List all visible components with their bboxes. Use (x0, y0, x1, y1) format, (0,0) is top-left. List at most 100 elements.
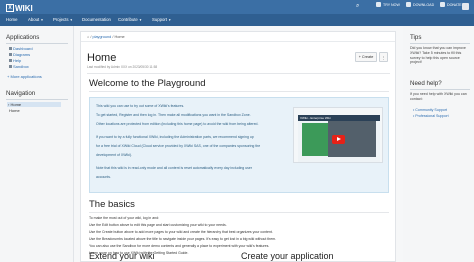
create-application-heading: Create your application (241, 251, 334, 261)
download-icon (406, 2, 411, 7)
video-panel (302, 123, 328, 156)
basics-text: Use the Breadcrumbs located above the ti… (89, 237, 277, 241)
info-text: Other locations are protected from editi… (96, 122, 259, 126)
more-icon: ⋮ (381, 55, 386, 60)
chevron-down-icon: ▼ (168, 18, 172, 22)
applications-title: Applications (6, 34, 40, 41)
more-actions-button[interactable]: ⋮ (379, 52, 388, 62)
app-dashboard[interactable]: Dashboard (9, 46, 33, 51)
divider (87, 73, 390, 74)
help-text: If you need help with XWiki you can cont… (410, 92, 467, 101)
info-text: development of XWiki). (96, 153, 132, 157)
nav-projects-label: Projects (53, 17, 69, 22)
sandbox-icon (9, 65, 12, 69)
chevron-down-icon: ▼ (139, 18, 143, 22)
app-diagrams-label: Diagrams (13, 52, 31, 57)
tips-text: Did you know that you can improve XWiki?… (410, 46, 466, 65)
extend-wiki-heading: Extend your wiki (89, 251, 155, 261)
nav-home[interactable]: Home (6, 17, 17, 22)
nav-documentation[interactable]: Documentation (82, 17, 111, 22)
nav-projects[interactable]: Projects ▼ (53, 17, 73, 22)
try-now-button[interactable]: TRY NOW (376, 2, 400, 7)
nav-contribute-label: Contribute (118, 17, 138, 22)
main-content: ⌂ / playground / Home Home Last modified… (80, 31, 396, 262)
right-panel: Tips Did you know that you can improve X… (403, 26, 474, 262)
page-title: Home (87, 52, 117, 64)
tree-item-label: Home (10, 102, 22, 107)
divider (6, 99, 68, 100)
dashboard-icon (9, 47, 12, 51)
breadcrumb-current: Home (114, 35, 125, 39)
breadcrumb-wiki[interactable]: playground (92, 35, 111, 39)
navigation-title: Navigation (6, 90, 36, 97)
cloud-icon (376, 2, 381, 7)
tree-item-home[interactable]: › Home (7, 102, 61, 107)
video-thumbnail: XWiki - Enterprise Wiki (298, 115, 380, 162)
download-label: DOWNLOAD (413, 2, 435, 7)
nav-support-label: Support (152, 17, 168, 22)
basics-text: You can also use the Sandbox for more de… (89, 244, 270, 248)
logo-mark: X (6, 4, 14, 12)
info-text: If you want to try a fully functional XW… (96, 135, 254, 139)
chevron-down-icon: ▼ (40, 18, 44, 22)
community-support-link[interactable]: • Community Support (413, 108, 447, 112)
basics-text: Use the Create button above to add more … (89, 230, 273, 234)
info-text: for a free trial of XWiki Cloud (Cloud s… (96, 144, 261, 148)
divider (410, 43, 470, 44)
create-label: Create (361, 55, 374, 59)
plus-icon: + (358, 55, 361, 59)
help-icon (9, 59, 12, 63)
professional-support-label: Professional Support (415, 114, 449, 118)
help-title: Need help? (410, 80, 442, 87)
video-embed[interactable]: XWiki - Enterprise Wiki (293, 107, 383, 163)
breadcrumb: ⌂ / playground / Home (81, 32, 395, 42)
try-now-label: TRY NOW (383, 2, 400, 7)
basics-heading: The basics (89, 199, 135, 210)
app-diagrams[interactable]: Diagrams (9, 52, 30, 57)
chevron-down-icon: ▼ (69, 18, 73, 22)
top-bar: X WIKI ⌕ TRY NOW DOWNLOAD DONATE Home Ab… (0, 0, 474, 26)
diagram-icon (9, 53, 12, 57)
basics-text: To make the most out of your wiki, log i… (89, 216, 160, 220)
info-text: accounts. (96, 175, 111, 179)
professional-support-link[interactable]: • Professional Support (413, 114, 449, 118)
left-panel: Applications Dashboard Diagrams Help San… (0, 26, 74, 262)
welcome-heading: Welcome to the Playground (89, 78, 206, 89)
app-sandbox[interactable]: Sandbox (9, 64, 29, 69)
tips-title: Tips (410, 34, 422, 41)
info-text: To get started, Register and then log in… (96, 113, 251, 117)
xwiki-logo[interactable]: X WIKI (6, 3, 33, 13)
app-help[interactable]: Help (9, 58, 21, 63)
community-support-label: Community Support (415, 108, 448, 112)
logo-text: WIKI (15, 3, 33, 13)
info-text: This wiki you can use to try out some of… (96, 104, 185, 108)
download-button[interactable]: DOWNLOAD (406, 2, 434, 7)
more-applications-link[interactable]: + More applications (7, 74, 42, 79)
divider (89, 212, 389, 213)
donate-button[interactable]: DONATE (440, 2, 462, 7)
tree-item-home-child[interactable]: Home (9, 108, 20, 113)
info-box: This wiki you can use to try out some of… (89, 97, 389, 193)
basics-text: Use the Edit button above to edit this p… (89, 223, 227, 227)
info-text: Note that this wiki is in read-only mode… (96, 166, 253, 170)
home-icon[interactable]: ⌂ (87, 35, 89, 39)
create-button[interactable]: + Create (355, 52, 377, 62)
nav-about-label: About (28, 17, 40, 22)
main-nav: Home About ▼ Projects ▼ Documentation Co… (0, 14, 474, 26)
play-icon[interactable] (332, 135, 345, 144)
nav-contribute[interactable]: Contribute ▼ (118, 17, 142, 22)
more-applications-label: More applications (10, 74, 42, 79)
divider (6, 43, 68, 44)
search-icon[interactable]: ⌕ (356, 3, 359, 10)
app-dashboard-label: Dashboard (13, 46, 33, 51)
avatar[interactable] (462, 3, 469, 10)
divider (410, 89, 470, 90)
nav-support[interactable]: Support ▼ (152, 17, 171, 22)
app-help-label: Help (13, 58, 22, 63)
nav-about[interactable]: About ▼ (28, 17, 43, 22)
divider (89, 91, 389, 92)
last-modified: Last modified by Admin XXX on 2023/05/30… (87, 65, 158, 69)
heart-icon (440, 2, 445, 7)
app-sandbox-label: Sandbox (13, 64, 29, 69)
donate-label: DONATE (447, 2, 462, 7)
